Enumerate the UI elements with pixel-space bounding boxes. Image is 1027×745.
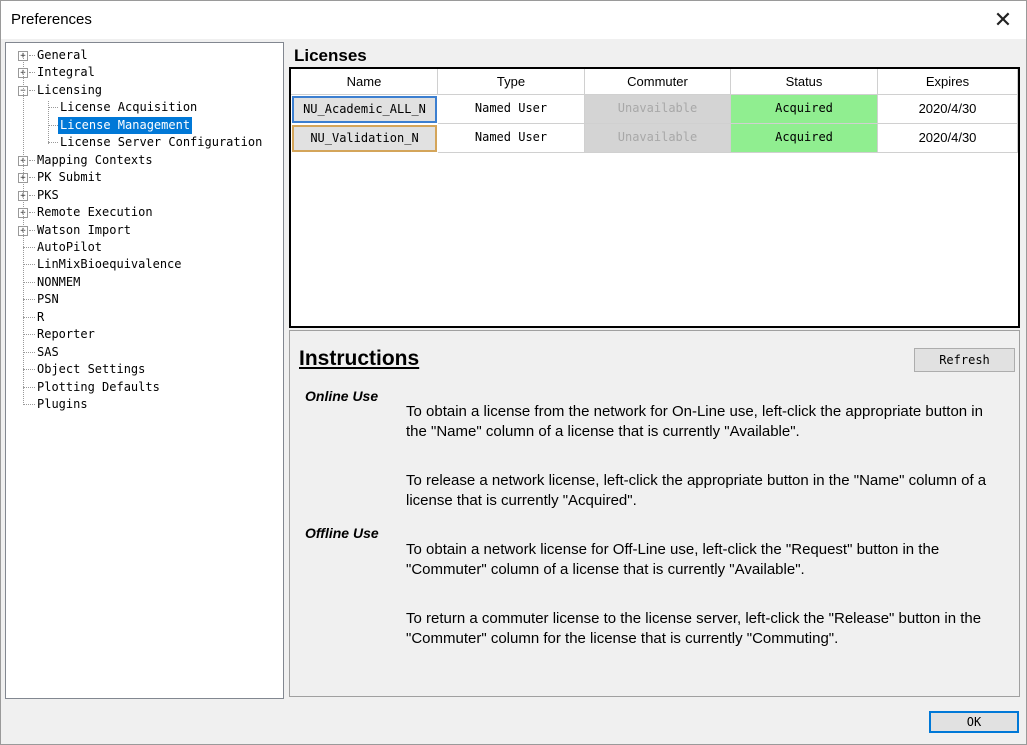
tree-item-label: R [37, 309, 45, 324]
refresh-button[interactable]: Refresh [914, 348, 1015, 372]
column-header-status: Status [731, 69, 878, 95]
tree-item-label: General [37, 48, 88, 62]
tree-item-integral[interactable]: + Integral [6, 64, 276, 81]
tree-item-license-acquisition[interactable]: License Acquisition [6, 99, 276, 116]
close-icon[interactable]: ✕ [988, 5, 1018, 35]
license-name-button[interactable]: NU_Validation_N [292, 125, 437, 152]
license-commuter-cell[interactable]: Unavailable [585, 124, 731, 153]
tree-item-watson-import[interactable]: + Watson Import [6, 222, 276, 239]
tree-item-label: Object Settings [37, 362, 146, 377]
tree-item-label: PK Submit [37, 170, 103, 185]
column-header-type: Type [438, 69, 585, 95]
instructions-title: Instructions [299, 347, 420, 370]
tree-connector [23, 281, 35, 283]
column-header-expires: Expires [878, 69, 1018, 95]
tree-item-remote-execution[interactable]: + Remote Execution [6, 204, 276, 221]
tree-item-label: License Management [58, 116, 193, 134]
tree-connector [23, 404, 35, 405]
preferences-tree[interactable]: + General + Integral − Licensing License Acqui… [5, 42, 284, 699]
tree-item-label: PSN [37, 292, 59, 307]
tree-item-label: AutoPilot [37, 239, 103, 254]
tree-item-general[interactable]: + General [6, 47, 276, 64]
tree-item-label: License Acquisition [60, 100, 198, 115]
title-bar: Preferences ✕ [1, 1, 1026, 39]
tree-item-label: Plugins [37, 397, 88, 411]
license-type-cell: Named User [438, 95, 585, 124]
offline-instruction-2: To return a commuter license to the lice… [406, 610, 982, 647]
tree-connector [23, 334, 35, 336]
license-commuter-cell[interactable]: Unavailable [585, 95, 731, 124]
tree-item-label: Integral [37, 65, 95, 80]
tree-item-label: Reporter [37, 327, 95, 342]
tree-item-label: Licensing [37, 82, 103, 97]
tree-connector [23, 246, 35, 248]
tree-item-label: Remote Execution [37, 205, 153, 220]
tree-connector [23, 264, 35, 266]
tree-connector [48, 124, 58, 126]
tree-item-plotting-defaults[interactable]: Plotting Defaults [6, 379, 276, 396]
tree-item-reporter[interactable]: Reporter [6, 326, 276, 343]
tree-item-pk-submit[interactable]: + PK Submit [6, 169, 276, 186]
tree-connector [23, 386, 35, 388]
tree-item-autopilot[interactable]: AutoPilot [6, 239, 276, 256]
column-header-commuter: Commuter [585, 69, 731, 95]
license-status-cell: Acquired [731, 95, 878, 124]
tree-item-linmixbioequivalence[interactable]: LinMixBioequivalence [6, 256, 276, 273]
tree-item-license-server-configuration[interactable]: License Server Configuration [6, 134, 276, 151]
tree-item-label: SAS [37, 344, 59, 359]
tree-connector [48, 142, 58, 144]
tree-guide-line [48, 101, 49, 144]
tree-item-object-settings[interactable]: Object Settings [6, 361, 276, 378]
online-instruction-1: To obtain a license from the network for… [406, 403, 983, 440]
tree-item-mapping-contexts[interactable]: + Mapping Contexts [6, 152, 276, 169]
offline-instruction-1: To obtain a network license for Off-Line… [406, 541, 940, 578]
license-status-cell: Acquired [731, 124, 878, 153]
license-name-button[interactable]: NU_Academic_ALL_N [292, 96, 437, 123]
tree-item-license-management[interactable]: License Management [6, 116, 276, 134]
licenses-title: Licenses [294, 46, 367, 65]
tree-connector [23, 351, 35, 353]
license-expires-cell: 2020/4/30 [878, 95, 1018, 124]
tree-item-label: Watson Import [37, 222, 131, 237]
column-header-name: Name [291, 69, 438, 95]
tree-item-licensing[interactable]: − Licensing [6, 82, 276, 99]
tree-item-sas[interactable]: SAS [6, 344, 276, 361]
tree-item-nonmem[interactable]: NONMEM [6, 274, 276, 291]
tree-item-label: Mapping Contexts [37, 152, 153, 167]
tree-item-label: PKS [37, 187, 59, 202]
tree-connector [48, 107, 58, 109]
license-type-cell: Named User [438, 124, 585, 153]
tree-item-label: LinMixBioequivalence [37, 257, 182, 272]
tree-item-plugins[interactable]: Plugins [6, 396, 276, 413]
tree-guide-line [23, 53, 24, 405]
tree-connector [23, 369, 35, 371]
ok-button[interactable]: OK [929, 711, 1019, 733]
tree-item-label: Plotting Defaults [37, 379, 160, 394]
tree-item-label: License Server Configuration [60, 135, 263, 150]
tree-item-label: NONMEM [37, 274, 81, 289]
license-expires-cell: 2020/4/30 [878, 124, 1018, 153]
offline-use-heading: Offline Use [305, 525, 379, 541]
tree-connector [23, 316, 35, 318]
online-use-heading: Online Use [305, 388, 379, 404]
tree-item-pks[interactable]: + PKS [6, 187, 276, 204]
online-instruction-2: To release a network license, left-click… [406, 472, 987, 509]
tree-connector [23, 299, 35, 301]
window-title: Preferences [11, 11, 92, 28]
tree-item-psn[interactable]: PSN [6, 291, 276, 308]
tree-item-r[interactable]: R [6, 309, 276, 326]
licenses-grid: Name Type Commuter Status Expires NU_Academic… [289, 67, 1020, 328]
